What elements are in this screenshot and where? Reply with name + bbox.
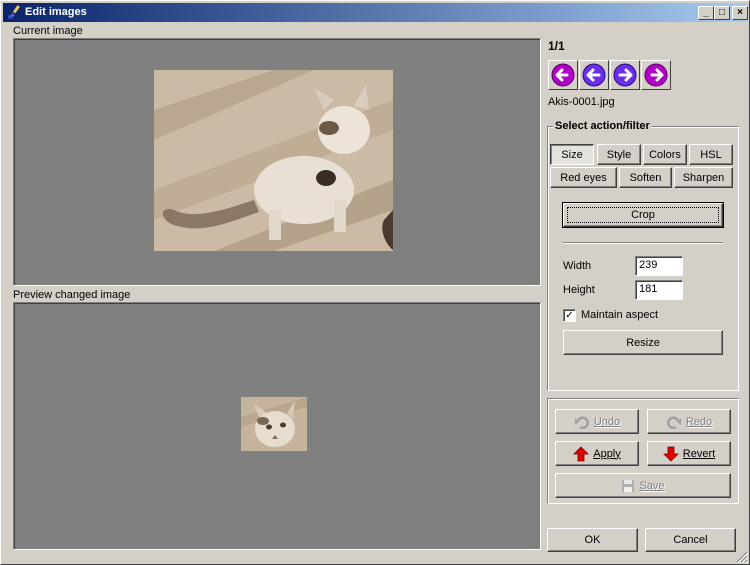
- arrow-up-icon: [573, 445, 590, 461]
- tab-colors[interactable]: Colors: [643, 144, 687, 165]
- floppy-disk-icon: [622, 479, 635, 492]
- apply-label: Apply: [593, 447, 621, 460]
- image-counter: 1/1: [548, 39, 565, 53]
- cancel-button[interactable]: Cancel: [645, 528, 736, 552]
- save-label: Save: [639, 479, 665, 492]
- tab-hsl[interactable]: HSL: [689, 144, 733, 165]
- preview-image-canvas: [13, 302, 541, 550]
- current-image-canvas: [13, 38, 541, 286]
- previous-icon: [582, 63, 606, 87]
- next-image-button[interactable]: [610, 60, 640, 90]
- minimize-button[interactable]: _: [698, 6, 714, 20]
- maximize-button[interactable]: □: [714, 6, 730, 20]
- redo-icon: [666, 416, 681, 429]
- cat-photo: [154, 70, 393, 251]
- height-label: Height: [563, 284, 595, 296]
- tab-sharpen[interactable]: Sharpen: [674, 167, 733, 188]
- close-button[interactable]: ×: [732, 6, 748, 20]
- width-field[interactable]: 239: [635, 256, 683, 276]
- crop-button[interactable]: Crop: [562, 202, 724, 228]
- tab-style[interactable]: Style: [597, 144, 641, 165]
- save-button[interactable]: Save: [555, 473, 731, 498]
- ok-button[interactable]: OK: [547, 528, 638, 552]
- maintain-aspect-checkbox[interactable]: ✓: [563, 309, 576, 322]
- undo-button[interactable]: Undo: [555, 409, 639, 434]
- paintbrush-icon: [6, 4, 22, 20]
- tab-size[interactable]: Size: [550, 144, 594, 165]
- previous-image-button[interactable]: [579, 60, 609, 90]
- focus-ring: [567, 207, 719, 223]
- resize-button[interactable]: Resize: [563, 330, 723, 355]
- maintain-aspect-label: Maintain aspect: [581, 309, 659, 321]
- height-field[interactable]: 181: [635, 280, 683, 300]
- tab-soften[interactable]: Soften: [619, 167, 672, 188]
- window-title: Edit images: [25, 6, 87, 18]
- image-filename: Akis-0001.jpg: [548, 96, 615, 108]
- edit-images-window: Edit images _ □ × Current image Preview …: [0, 0, 750, 565]
- first-icon: [551, 63, 575, 87]
- revert-button[interactable]: Revert: [647, 441, 731, 466]
- redo-label: Redo: [685, 415, 713, 428]
- next-icon: [613, 63, 637, 87]
- last-image-button[interactable]: [641, 60, 671, 90]
- resize-grip-icon[interactable]: [736, 551, 748, 563]
- redo-button[interactable]: Redo: [647, 409, 731, 434]
- cat-preview-photo: [241, 397, 307, 451]
- arrow-down-icon: [662, 446, 679, 462]
- last-icon: [644, 63, 668, 87]
- undo-label: Undo: [593, 415, 621, 428]
- separator: [563, 242, 723, 244]
- preview-image-label: Preview changed image: [13, 289, 131, 301]
- action-filter-group-title: Select action/filter: [553, 120, 652, 132]
- title-bar[interactable]: Edit images _ □ ×: [3, 3, 748, 22]
- tab-red-eyes[interactable]: Red eyes: [550, 167, 617, 188]
- revert-label: Revert: [682, 447, 716, 460]
- undo-icon: [574, 416, 589, 429]
- current-image-label: Current image: [13, 25, 83, 37]
- width-label: Width: [563, 260, 592, 272]
- apply-button[interactable]: Apply: [555, 441, 639, 466]
- first-image-button[interactable]: [548, 60, 578, 90]
